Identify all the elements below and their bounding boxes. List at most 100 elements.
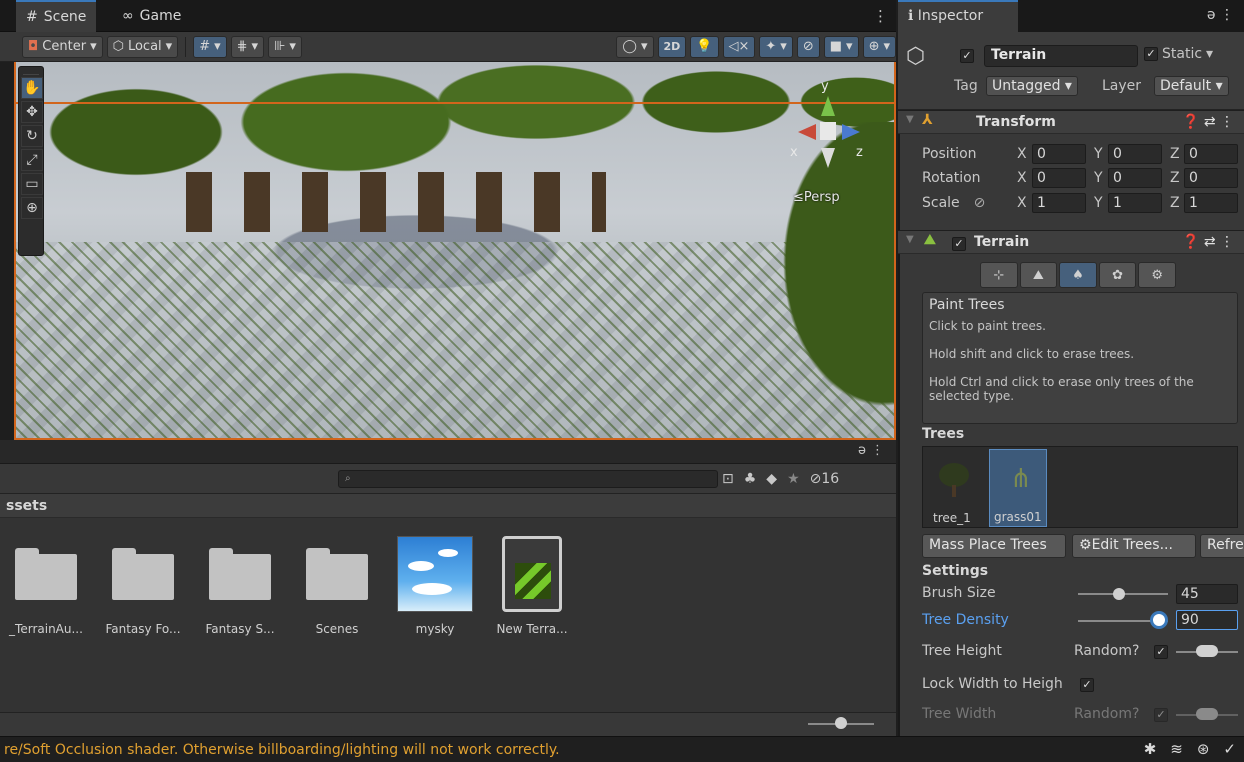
width-range-handle[interactable] — [1196, 708, 1218, 720]
space-dropdown[interactable]: ⬡ Local ▾ — [106, 35, 179, 58]
height-random-checkbox[interactable]: ✓ — [1154, 644, 1168, 659]
audio-button[interactable]: ◁× — [722, 35, 756, 58]
gizmo-z-cone[interactable] — [842, 124, 860, 140]
scale-z-field[interactable]: 1 — [1184, 193, 1238, 213]
asset-item[interactable]: _TerrainAu... — [0, 536, 92, 636]
tab-scene[interactable]: # Scene — [16, 0, 97, 32]
refresh-button[interactable]: Refre — [1200, 534, 1244, 558]
component-help-icons[interactable]: ❓ ⇄ ⋮ — [1182, 234, 1234, 250]
rotation-x-field[interactable]: 0 — [1032, 168, 1086, 188]
layer-dropdown[interactable]: Default ▾ — [1154, 76, 1229, 96]
scale-x-field[interactable]: 1 — [1032, 193, 1086, 213]
paint-details-icon[interactable]: ✿ — [1098, 262, 1137, 288]
checkmark-circle-icon[interactable]: ✓ — [1223, 740, 1236, 758]
icon-size-slider-knob[interactable] — [835, 717, 847, 729]
lighting-button[interactable]: 💡 — [690, 35, 719, 58]
terrain-header[interactable]: ▼ ⛰ ✓ Terrain ❓ ⇄ ⋮ — [898, 230, 1244, 254]
asset-item[interactable]: mysky — [389, 536, 481, 636]
terrain-component-icon: ⛰ — [924, 232, 936, 248]
increment-snap-button[interactable]: ⋕ ▾ — [230, 35, 265, 58]
rotation-z-field[interactable]: 0 — [1184, 168, 1238, 188]
shading-mode-button[interactable]: ◯ ▾ — [616, 35, 654, 58]
mass-place-trees-button[interactable]: Mass Place Trees — [922, 534, 1066, 558]
gizmo-y-cone[interactable] — [821, 96, 835, 116]
static-toggle[interactable]: ✓ Static ▾ — [1144, 46, 1213, 62]
lighting-progress-icon[interactable]: ⊛ — [1197, 740, 1210, 758]
lock-width-checkbox[interactable]: ✓ — [1080, 677, 1094, 692]
project-menu-icon[interactable]: ⋮ — [871, 443, 884, 458]
project-search-input[interactable]: ⌕ — [338, 470, 718, 488]
position-x-field[interactable]: 0 — [1032, 144, 1086, 164]
scale-y-field[interactable]: 1 — [1108, 193, 1162, 213]
asset-item[interactable]: New Terra... — [486, 536, 578, 636]
gizmo-center-cube[interactable] — [820, 122, 836, 140]
scene-menu-icon[interactable]: ⋮ — [873, 7, 888, 25]
transform-header[interactable]: ▼ ⅄ Transform ❓ ⇄ ⋮ — [898, 110, 1244, 134]
paint-trees-icon[interactable]: ♠ — [1059, 262, 1097, 288]
status-bar-message[interactable]: re/Soft Occlusion shader. Otherwise bill… — [0, 736, 1244, 762]
move-tool-icon[interactable]: ✥ — [21, 101, 43, 123]
lock-icon[interactable]: ə — [858, 443, 866, 458]
brush-size-field[interactable]: 45 — [1176, 584, 1238, 604]
scene-filter-icon[interactable]: ⊡ — [722, 471, 734, 487]
tree-density-slider-knob[interactable] — [1153, 614, 1165, 626]
label-filter-icon[interactable]: ◆ — [766, 471, 777, 487]
rotation-y-field[interactable]: 0 — [1108, 168, 1162, 188]
pivot-dropdown[interactable]: ◘ Center ▾ — [22, 35, 103, 58]
rotate-tool-icon[interactable]: ↻ — [21, 125, 43, 147]
paint-terrain-icon[interactable]: ⛰ — [1019, 262, 1058, 288]
gizmo-neg-y-cone[interactable] — [821, 148, 835, 168]
link-icon[interactable]: ⊘ — [974, 195, 986, 211]
skybox-thumbnail-icon — [397, 536, 473, 612]
type-filter-icon[interactable]: ♣ — [744, 471, 757, 487]
tab-inspector[interactable]: ℹ Inspector — [898, 0, 1018, 32]
hidden-packages-button[interactable]: ⊘16 — [810, 471, 840, 487]
favorite-star-icon[interactable]: ★ — [787, 471, 800, 487]
component-help-icons[interactable]: ❓ ⇄ ⋮ — [1182, 114, 1234, 130]
object-header — [898, 32, 1244, 110]
cache-server-icon[interactable]: ≋ — [1170, 740, 1183, 758]
create-neighbor-icon[interactable]: ⊹ — [980, 262, 1018, 288]
transform-tool-icon[interactable]: ⊕ — [21, 197, 43, 219]
gizmo-x-cone[interactable] — [798, 124, 816, 140]
asset-item[interactable]: Fantasy Fo... — [97, 536, 189, 636]
edit-trees-button[interactable]: ⚙Edit Trees... — [1072, 534, 1196, 558]
scale-tool-icon[interactable]: ⤢ — [21, 149, 43, 171]
inspector-lock-icon[interactable]: ə ⋮ — [1207, 7, 1234, 23]
effects-button[interactable]: ✦ ▾ — [759, 35, 793, 58]
projection-label[interactable]: ≤Persp — [793, 190, 840, 205]
panel-grip[interactable] — [23, 67, 39, 75]
tree-density-field[interactable]: 90 — [1176, 610, 1238, 630]
position-y-field[interactable]: 0 — [1108, 144, 1162, 164]
search-icon: ⌕ — [345, 473, 351, 484]
orientation-gizmo[interactable]: y x z — [790, 78, 866, 178]
tab-game[interactable]: ∞ Game — [112, 0, 191, 32]
toolbar-separator — [185, 36, 187, 57]
ruler-button[interactable]: ⊪ ▾ — [268, 35, 302, 58]
hand-tool-icon[interactable]: ✋ — [21, 77, 43, 99]
gameobject-cube-icon[interactable]: ⬡ — [906, 44, 925, 69]
position-z-field[interactable]: 0 — [1184, 144, 1238, 164]
width-random-checkbox[interactable]: ✓ — [1154, 707, 1168, 722]
object-name-field[interactable]: Terrain — [984, 45, 1138, 67]
transform-icon: ⅄ — [922, 112, 933, 128]
asset-item[interactable]: Fantasy S... — [194, 536, 286, 636]
debug-icon[interactable]: ✱ — [1144, 740, 1157, 758]
gizmos-button[interactable]: ⊕ ▾ — [862, 35, 896, 58]
camera-button[interactable]: ■ ▾ — [823, 35, 859, 58]
terrain-enabled-checkbox[interactable]: ✓ — [952, 235, 966, 251]
height-range-handle[interactable] — [1196, 645, 1218, 657]
mode-2d-button[interactable]: 2D — [657, 35, 687, 58]
grass-thumbnail-icon: ⋔ — [1010, 464, 1032, 494]
tree-prototype-item[interactable]: ⋔ grass01 — [989, 449, 1047, 527]
visibility-button[interactable]: ⊘ — [796, 35, 820, 58]
active-checkbox[interactable]: ✓ — [960, 48, 974, 63]
terrain-settings-icon[interactable]: ⚙ — [1138, 262, 1176, 288]
rect-tool-icon[interactable]: ▭ — [21, 173, 43, 195]
brush-size-slider-knob[interactable] — [1112, 588, 1125, 600]
grid-snap-button[interactable]: # ▾ — [193, 35, 227, 58]
tree-prototype-item[interactable]: tree_1 — [927, 449, 985, 527]
asset-item[interactable]: Scenes — [291, 536, 383, 636]
tag-dropdown[interactable]: Untagged ▾ — [986, 76, 1078, 96]
scene-viewport[interactable] — [14, 62, 896, 440]
